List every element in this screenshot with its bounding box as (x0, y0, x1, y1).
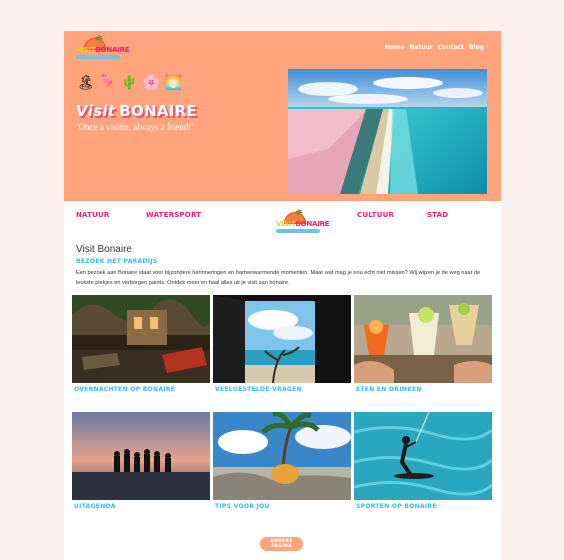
page-container: 🌴 VISITBONAIRE Home Natuur Contact Blog … (64, 31, 501, 560)
card-overnachten[interactable]: OVERNACHTEN OP BONAIRE (72, 295, 210, 393)
cactus-icon: 🌵 (120, 73, 139, 90)
hero-section: 🌴 VISITBONAIRE Home Natuur Contact Blog … (64, 31, 501, 201)
card-image[interactable] (354, 295, 492, 383)
category-natuur[interactable]: NATUUR (76, 211, 109, 219)
card-uitagenda[interactable]: UITAGENDA (72, 412, 210, 510)
intro-text: Een bezoek aan Bonaire staat voor bijzon… (76, 270, 481, 286)
card-sporten-op-bonaire[interactable]: SPORTEN OP BONAIRE (354, 412, 492, 510)
flamingo-icon: 🦩 (98, 73, 117, 90)
category-stad[interactable]: STAD (427, 211, 448, 219)
island-icon: 🏝 (76, 73, 95, 90)
other-page-button[interactable]: ANDERE PAGINA (260, 537, 303, 551)
card-image[interactable] (213, 412, 351, 500)
card-label: OVERNACHTEN OP BONAIRE (74, 386, 176, 393)
hero-title: Visit BONAIRE (76, 102, 198, 120)
card-image[interactable] (213, 295, 351, 383)
hero-image (288, 69, 487, 194)
card-eten-en-drinken[interactable]: ETEN EN DRINKEN (354, 295, 492, 393)
nav-item-home[interactable]: Home (385, 44, 404, 51)
card-label: ETEN EN DRINKEN (356, 386, 422, 393)
card-label: UITAGENDA (74, 503, 116, 510)
main-nav: Home Natuur Contact Blog (385, 44, 484, 51)
card-label: TIPS VOOR JOU (215, 503, 270, 510)
intro-title: Visit Bonaire (76, 244, 132, 255)
category-watersport[interactable]: WATERSPORT (146, 211, 201, 219)
intro-subtitle: BEZOEK HET PARADIJS (76, 258, 158, 265)
hero-subtitle: 'Once a visitor, always a friend!' (77, 122, 193, 132)
category-cultuur[interactable]: CULTUUR (357, 211, 394, 219)
card-image[interactable] (72, 295, 210, 383)
nav-item-contact[interactable]: Contact (438, 44, 464, 51)
card-image[interactable] (354, 412, 492, 500)
site-logo[interactable]: 🌴 VISITBONAIRE (76, 36, 130, 60)
card-veelgestelde-vragen[interactable]: VEELGESTELDE VRAGEN (213, 295, 351, 393)
center-logo: 🌴 VISITBONAIRE (276, 210, 330, 234)
emoji-row: 🏝 🦩 🌵 🌸 🌅 (76, 73, 183, 90)
card-image[interactable] (72, 412, 210, 500)
card-tips-voor-jou[interactable]: TIPS VOOR JOU (213, 412, 351, 510)
card-label: VEELGESTELDE VRAGEN (215, 386, 302, 393)
flower-icon: 🌸 (142, 73, 161, 90)
card-label: SPORTEN OP BONAIRE (356, 503, 437, 510)
nav-item-natuur[interactable]: Natuur (409, 44, 432, 51)
nav-item-blog[interactable]: Blog (469, 44, 484, 51)
sunset-icon: 🌅 (164, 73, 183, 90)
